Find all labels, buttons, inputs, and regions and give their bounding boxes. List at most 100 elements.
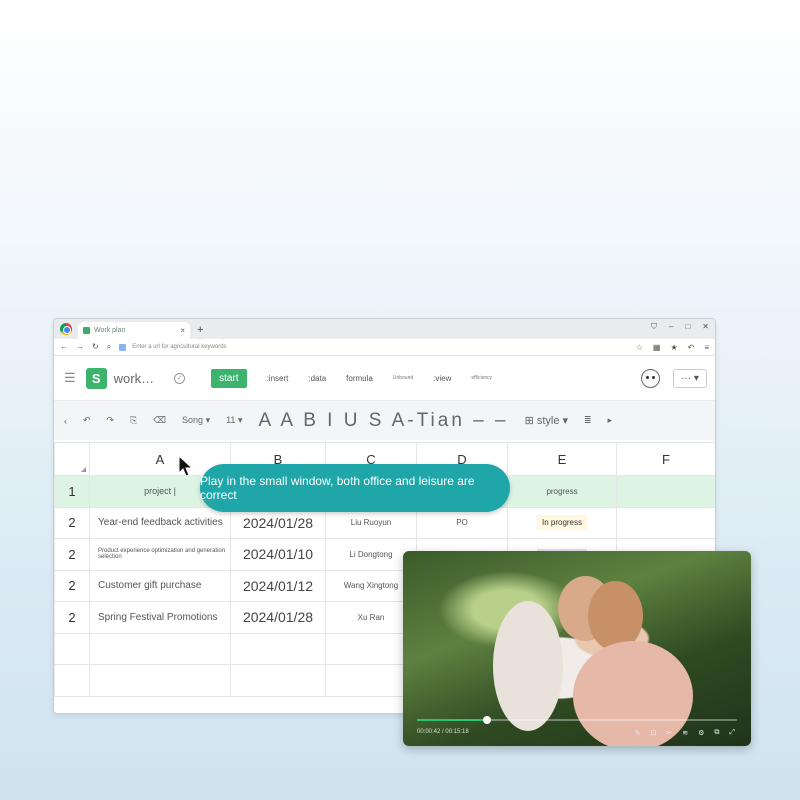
tab-bar: Work plan × + ⛉ – □ ✕ bbox=[54, 319, 715, 339]
site-icon bbox=[119, 343, 127, 351]
menu-icon[interactable]: ≡ bbox=[704, 343, 709, 352]
ribbon-menu: start :insert :data formula Unbound :vie… bbox=[211, 368, 492, 388]
cell-date[interactable]: 2024/01/28 bbox=[230, 601, 326, 634]
cell-project[interactable]: Year-end feedback activities bbox=[89, 506, 231, 539]
font-size-select[interactable]: 11 ▾ bbox=[226, 415, 242, 426]
address-bar: ← → ↻ ⌕ Enter a url for agricultural key… bbox=[54, 339, 715, 356]
video-time: 00:00:42 / 00:15:18 bbox=[417, 729, 469, 735]
cell-a1-text: project bbox=[144, 486, 172, 497]
app-logo: S bbox=[85, 367, 107, 389]
tab-work-plan[interactable]: Work plan × bbox=[78, 322, 190, 339]
tab-insert[interactable]: :insert bbox=[267, 374, 289, 383]
status-badge: In progress bbox=[536, 515, 588, 531]
eraser-icon[interactable]: ⌫ bbox=[153, 415, 166, 426]
screenshot-icon[interactable]: ⊡ bbox=[650, 729, 656, 737]
url-placeholder: Enter a url for agricultural keywords bbox=[132, 344, 227, 350]
saved-check-icon: ✓ bbox=[174, 372, 186, 384]
empty-cell[interactable] bbox=[89, 632, 231, 665]
forward-icon[interactable]: → bbox=[76, 342, 84, 352]
font-family-value: Song bbox=[182, 415, 204, 425]
align-icon[interactable]: ≣ bbox=[584, 415, 592, 426]
row-header[interactable] bbox=[54, 632, 90, 665]
style-button[interactable]: ⊞ style ▾ bbox=[524, 414, 568, 428]
pip-icon[interactable]: ⧉ bbox=[714, 729, 719, 737]
font-family-select[interactable]: Song ▾ bbox=[182, 415, 210, 426]
row-header[interactable] bbox=[54, 664, 90, 697]
speed-icon[interactable]: ≋ bbox=[682, 729, 688, 737]
empty-cell[interactable] bbox=[230, 664, 326, 697]
empty-cell[interactable] bbox=[89, 664, 231, 697]
nav-left-icon[interactable]: ‹ bbox=[64, 416, 67, 426]
close-window-icon[interactable]: ✕ bbox=[702, 322, 709, 332]
scissors-icon[interactable]: ✂ bbox=[666, 729, 672, 737]
undo-icon[interactable]: ↶ bbox=[688, 343, 695, 352]
col-header-e[interactable]: E bbox=[507, 442, 617, 476]
fullscreen-icon[interactable]: ⤢ bbox=[729, 729, 735, 737]
maximize-icon[interactable]: □ bbox=[685, 322, 690, 332]
select-all-corner[interactable] bbox=[54, 442, 90, 476]
cell-f1[interactable] bbox=[616, 475, 715, 508]
doc-title[interactable]: work… bbox=[114, 371, 154, 386]
search-icon[interactable]: ⌕ bbox=[107, 342, 111, 352]
tab-title: Work plan bbox=[94, 327, 126, 334]
cell-status[interactable]: In progress bbox=[507, 506, 617, 539]
cell-e1[interactable]: progress bbox=[507, 475, 617, 508]
star-icon[interactable]: ☆ bbox=[636, 343, 643, 352]
row-header[interactable]: 2 bbox=[54, 506, 90, 539]
video-figure bbox=[493, 601, 563, 731]
settings-icon[interactable]: ⚙ bbox=[698, 729, 704, 737]
row-header[interactable]: 2 bbox=[54, 538, 90, 571]
font-size-value: 11 bbox=[226, 415, 236, 425]
video-progress-knob[interactable] bbox=[483, 716, 491, 724]
window-controls: ⛉ – □ ✕ bbox=[651, 322, 709, 332]
tooltip-bubble: Play in the small window, both office an… bbox=[200, 464, 510, 512]
video-progress-fill bbox=[417, 719, 487, 721]
avatar[interactable] bbox=[641, 369, 660, 388]
sheet-favicon-icon bbox=[83, 327, 90, 334]
close-tab-icon[interactable]: × bbox=[180, 326, 185, 335]
format-buttons[interactable]: A A B I U S A-Tian – – bbox=[258, 410, 508, 432]
tab-formula[interactable]: formula bbox=[346, 374, 373, 383]
cell-project[interactable]: Spring Festival Promotions bbox=[89, 601, 231, 634]
tab-view[interactable]: :view bbox=[433, 374, 451, 383]
video-player[interactable]: 00:00:42 / 00:15:18 ✎ ⊡ ✂ ≋ ⚙ ⧉ ⤢ bbox=[403, 551, 751, 746]
style-label: style bbox=[536, 414, 560, 427]
cell-date[interactable]: 2024/01/12 bbox=[230, 569, 326, 602]
format-painter-icon[interactable]: ⎘ bbox=[130, 415, 137, 426]
minimize-icon[interactable]: – bbox=[669, 322, 673, 332]
row-header[interactable]: 2 bbox=[54, 569, 90, 602]
draw-icon[interactable]: ✎ bbox=[635, 729, 641, 737]
bookmark-icon[interactable]: ★ bbox=[670, 343, 677, 352]
cell-project[interactable]: Product experience optimization and gene… bbox=[89, 538, 231, 571]
redo-toolbar-icon[interactable]: ↷ bbox=[107, 415, 115, 426]
tab-efficiency[interactable]: efficiency bbox=[471, 375, 492, 381]
cell-project[interactable]: Customer gift purchase bbox=[89, 569, 231, 602]
more-button[interactable]: ··· ▾ bbox=[673, 369, 707, 388]
url-input[interactable]: Enter a url for agricultural keywords bbox=[119, 343, 636, 351]
col-header-f[interactable]: F bbox=[616, 442, 715, 476]
nav-right-icon[interactable]: ▸ bbox=[608, 415, 613, 426]
hamburger-icon[interactable]: ☰ bbox=[64, 370, 76, 386]
row-header[interactable]: 2 bbox=[54, 601, 90, 634]
cell-date[interactable]: 2024/01/10 bbox=[230, 538, 326, 571]
video-progress-track[interactable] bbox=[487, 719, 737, 721]
table-icon: ⊞ bbox=[524, 415, 534, 427]
row-header[interactable]: 1 bbox=[54, 475, 90, 508]
reload-icon[interactable]: ↻ bbox=[92, 342, 99, 352]
video-controls: ✎ ⊡ ✂ ≋ ⚙ ⧉ ⤢ bbox=[635, 729, 735, 737]
new-tab-button[interactable]: + bbox=[197, 324, 203, 336]
shield-icon[interactable]: ⛉ bbox=[651, 322, 657, 332]
empty-cell[interactable] bbox=[230, 632, 326, 665]
format-toolbar: ‹ ↶ ↷ ⎘ ⌫ Song ▾ 11 ▾ A A B I U S A-Tian… bbox=[54, 400, 715, 440]
mouse-cursor-icon bbox=[178, 455, 194, 477]
back-icon[interactable]: ← bbox=[60, 342, 68, 352]
cell-f[interactable] bbox=[616, 506, 715, 539]
browser-logo-icon bbox=[60, 323, 72, 335]
tab-start[interactable]: start bbox=[211, 368, 247, 388]
app-header: ☰ S work… ✓ start :insert :data formula … bbox=[54, 356, 715, 400]
tab-data[interactable]: :data bbox=[308, 374, 326, 383]
more-label: ··· bbox=[681, 373, 692, 384]
tab-unbound[interactable]: Unbound bbox=[393, 375, 413, 381]
undo-toolbar-icon[interactable]: ↶ bbox=[83, 415, 91, 426]
apps-icon[interactable]: ▦ bbox=[653, 343, 661, 352]
